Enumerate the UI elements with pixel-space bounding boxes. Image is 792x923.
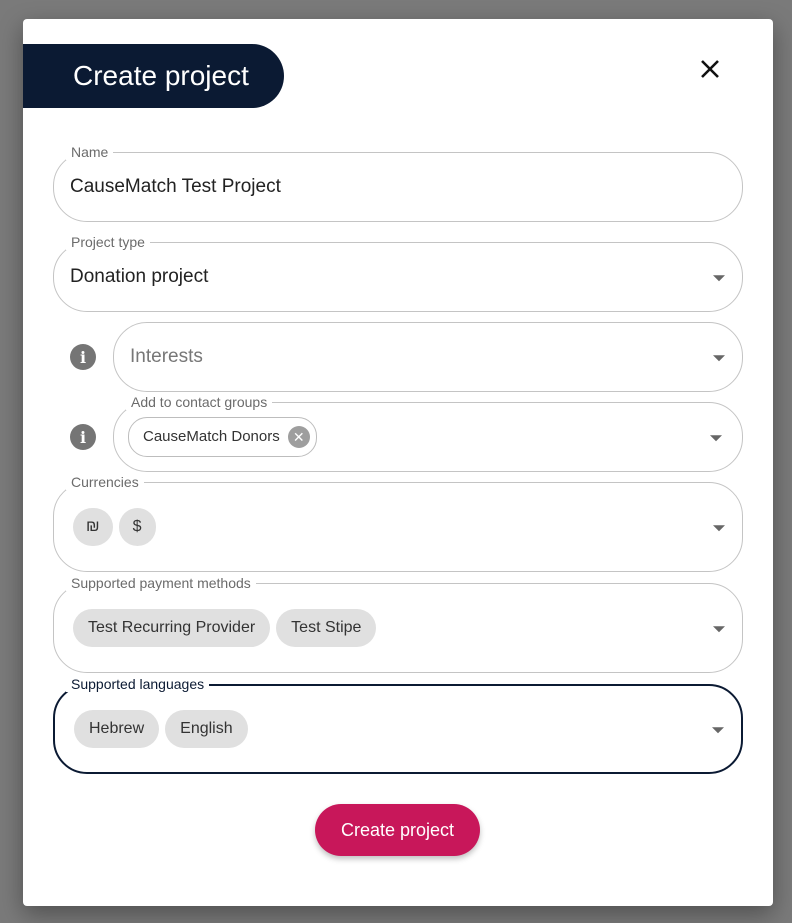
chevron-down-icon[interactable] xyxy=(713,626,725,633)
contact-groups-label: Add to contact groups xyxy=(126,394,273,410)
chip-test-stipe[interactable]: Test Stipe xyxy=(276,609,377,647)
close-icon[interactable] xyxy=(696,55,724,83)
chip-currency-shekel[interactable]: ₪ xyxy=(73,508,113,546)
project-type-select[interactable]: Project type Donation project xyxy=(53,234,743,312)
info-icon[interactable]: i xyxy=(70,424,96,450)
interests-placeholder: Interests xyxy=(130,346,203,367)
chip-label: CauseMatch Donors xyxy=(143,428,280,445)
create-project-button[interactable]: Create project xyxy=(315,804,480,856)
create-project-dialog: Create project Name CauseMatch Test Proj… xyxy=(23,19,773,906)
chip-causematch-donors[interactable]: CauseMatch Donors ✕ xyxy=(128,417,317,457)
name-input[interactable]: CauseMatch Test Project xyxy=(70,176,281,198)
chip-hebrew[interactable]: Hebrew xyxy=(74,710,160,748)
payment-methods-label: Supported payment methods xyxy=(66,575,256,591)
chip-english[interactable]: English xyxy=(165,710,248,748)
payment-methods-select[interactable]: Supported payment methods Test Recurring… xyxy=(53,575,743,673)
currencies-select[interactable]: Currencies ₪ $ xyxy=(53,474,743,572)
chevron-down-icon[interactable] xyxy=(713,525,725,532)
languages-select[interactable]: Supported languages Hebrew English xyxy=(53,676,743,774)
info-icon[interactable]: i xyxy=(70,344,96,370)
languages-label: Supported languages xyxy=(66,676,210,692)
chevron-down-icon[interactable] xyxy=(712,727,724,734)
chip-currency-dollar[interactable]: $ xyxy=(118,508,156,546)
contact-groups-select[interactable]: Add to contact groups CauseMatch Donors … xyxy=(113,394,743,472)
chip-test-recurring-provider[interactable]: Test Recurring Provider xyxy=(73,609,271,647)
name-label: Name xyxy=(66,144,114,160)
project-type-value: Donation project xyxy=(70,266,209,287)
dialog-title: Create project xyxy=(23,44,284,108)
chevron-down-icon[interactable] xyxy=(713,355,725,362)
currencies-label: Currencies xyxy=(66,474,144,490)
remove-chip-icon[interactable]: ✕ xyxy=(287,426,310,448)
chevron-down-icon[interactable] xyxy=(710,435,722,442)
interests-select[interactable]: Interests xyxy=(113,322,743,392)
chevron-down-icon[interactable] xyxy=(713,275,725,282)
name-field[interactable]: Name CauseMatch Test Project xyxy=(53,144,743,222)
project-type-label: Project type xyxy=(66,234,150,250)
